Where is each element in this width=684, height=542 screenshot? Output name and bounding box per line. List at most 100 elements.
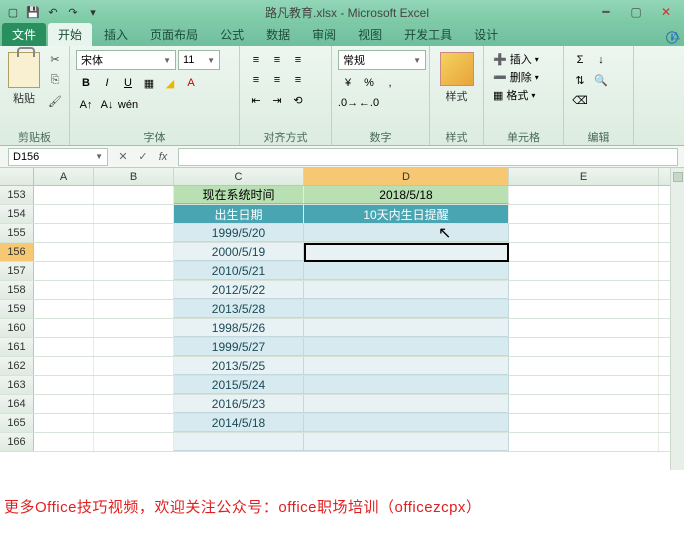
italic-button[interactable]: I — [97, 73, 117, 93]
cell[interactable]: 10天内生日提醒 — [304, 205, 509, 223]
cut-icon[interactable]: ✂ — [46, 50, 64, 68]
cell[interactable] — [304, 376, 509, 394]
row-header[interactable]: 158 — [0, 281, 34, 299]
cell[interactable] — [509, 186, 659, 204]
cell[interactable] — [509, 319, 659, 337]
cell[interactable]: 2000/5/19 — [174, 243, 304, 261]
cell[interactable] — [509, 262, 659, 280]
row-header[interactable]: 164 — [0, 395, 34, 413]
cell[interactable] — [94, 262, 174, 280]
cell[interactable] — [509, 395, 659, 413]
clear-button[interactable]: ⌫ — [570, 90, 590, 110]
font-family-combo[interactable]: 宋体▼ — [76, 50, 176, 70]
decrease-font-button[interactable]: A↓ — [97, 95, 117, 115]
cell[interactable] — [509, 243, 659, 261]
cell[interactable] — [509, 414, 659, 432]
row-header[interactable]: 157 — [0, 262, 34, 280]
cell[interactable] — [174, 433, 304, 451]
align-middle-button[interactable]: ≡ — [267, 50, 287, 70]
cell[interactable]: 2013/5/28 — [174, 300, 304, 318]
row-header[interactable]: 160 — [0, 319, 34, 337]
row-header[interactable]: 153 — [0, 186, 34, 204]
cell[interactable] — [509, 281, 659, 299]
cell[interactable] — [509, 338, 659, 356]
cell[interactable] — [94, 319, 174, 337]
align-top-button[interactable]: ≡ — [246, 50, 266, 70]
cell[interactable] — [34, 243, 94, 261]
cell[interactable]: 2018/5/18 — [304, 186, 509, 204]
name-box[interactable]: D156▼ — [8, 148, 108, 166]
comma-button[interactable]: , — [380, 73, 400, 93]
cell[interactable] — [304, 224, 509, 242]
cell[interactable] — [509, 205, 659, 223]
cell[interactable]: 2015/5/24 — [174, 376, 304, 394]
cell[interactable] — [34, 262, 94, 280]
cell[interactable]: 2010/5/21 — [174, 262, 304, 280]
cell[interactable] — [94, 281, 174, 299]
save-icon[interactable]: 💾 — [24, 3, 42, 21]
cell[interactable] — [304, 414, 509, 432]
collapse-ribbon-icon[interactable]: △ — [672, 30, 680, 41]
col-header-b[interactable]: B — [94, 168, 174, 185]
cell[interactable]: 1999/5/20 — [174, 224, 304, 242]
cell[interactable] — [304, 338, 509, 356]
row-header[interactable]: 162 — [0, 357, 34, 375]
copy-icon[interactable]: ⎘ — [46, 71, 64, 89]
row-header[interactable]: 163 — [0, 376, 34, 394]
decrease-indent-button[interactable]: ⇤ — [246, 90, 266, 110]
col-header-d[interactable]: D — [304, 168, 509, 185]
border-button[interactable]: ▦ — [139, 73, 159, 93]
cell[interactable] — [94, 376, 174, 394]
orientation-button[interactable]: ⟲ — [288, 90, 308, 110]
tab-home[interactable]: 开始 — [48, 23, 92, 46]
bold-button[interactable]: B — [76, 73, 96, 93]
cell[interactable] — [94, 300, 174, 318]
cell[interactable]: 2013/5/25 — [174, 357, 304, 375]
cell[interactable] — [94, 433, 174, 451]
tab-design[interactable]: 设计 — [464, 23, 508, 46]
align-bottom-button[interactable]: ≡ — [288, 50, 308, 70]
qat-dropdown-icon[interactable]: ▾ — [84, 3, 102, 21]
col-header-c[interactable]: C — [174, 168, 304, 185]
row-header[interactable]: 166 — [0, 433, 34, 451]
format-painter-icon[interactable]: 🖌 — [46, 92, 64, 110]
cell[interactable] — [304, 281, 509, 299]
select-all-corner[interactable] — [0, 168, 34, 185]
row-header[interactable]: 161 — [0, 338, 34, 356]
close-button[interactable]: ✕ — [652, 3, 680, 21]
cell[interactable] — [34, 433, 94, 451]
delete-cells-button[interactable]: ➖删除▾ — [490, 68, 557, 86]
cell[interactable] — [34, 224, 94, 242]
col-header-a[interactable]: A — [34, 168, 94, 185]
styles-button[interactable]: 样式 — [436, 50, 477, 106]
cell[interactable] — [34, 281, 94, 299]
fx-icon[interactable]: fx — [154, 148, 172, 166]
tab-view[interactable]: 视图 — [348, 23, 392, 46]
cell[interactable] — [34, 414, 94, 432]
row-header[interactable]: 159 — [0, 300, 34, 318]
fill-color-button[interactable]: ◢ — [160, 73, 180, 93]
cell[interactable] — [304, 300, 509, 318]
cell[interactable] — [509, 357, 659, 375]
redo-icon[interactable]: ↷ — [64, 3, 82, 21]
row-header[interactable]: 155 — [0, 224, 34, 242]
cell[interactable] — [34, 300, 94, 318]
cell[interactable] — [304, 357, 509, 375]
cell[interactable] — [94, 205, 174, 223]
cell[interactable] — [34, 357, 94, 375]
cancel-formula-icon[interactable]: ✕ — [114, 148, 132, 166]
paste-button[interactable]: 粘贴 — [6, 50, 42, 108]
cell[interactable] — [94, 338, 174, 356]
tab-insert[interactable]: 插入 — [94, 23, 138, 46]
find-button[interactable]: 🔍 — [591, 70, 611, 90]
tab-layout[interactable]: 页面布局 — [140, 23, 208, 46]
cell[interactable] — [94, 414, 174, 432]
cell[interactable] — [34, 338, 94, 356]
cell[interactable]: 1999/5/27 — [174, 338, 304, 356]
tab-dev[interactable]: 开发工具 — [394, 23, 462, 46]
cell[interactable]: 2016/5/23 — [174, 395, 304, 413]
vertical-scrollbar[interactable] — [670, 168, 684, 470]
format-cells-button[interactable]: ▦格式▾ — [490, 86, 557, 104]
cell[interactable] — [34, 376, 94, 394]
cell[interactable] — [304, 433, 509, 451]
